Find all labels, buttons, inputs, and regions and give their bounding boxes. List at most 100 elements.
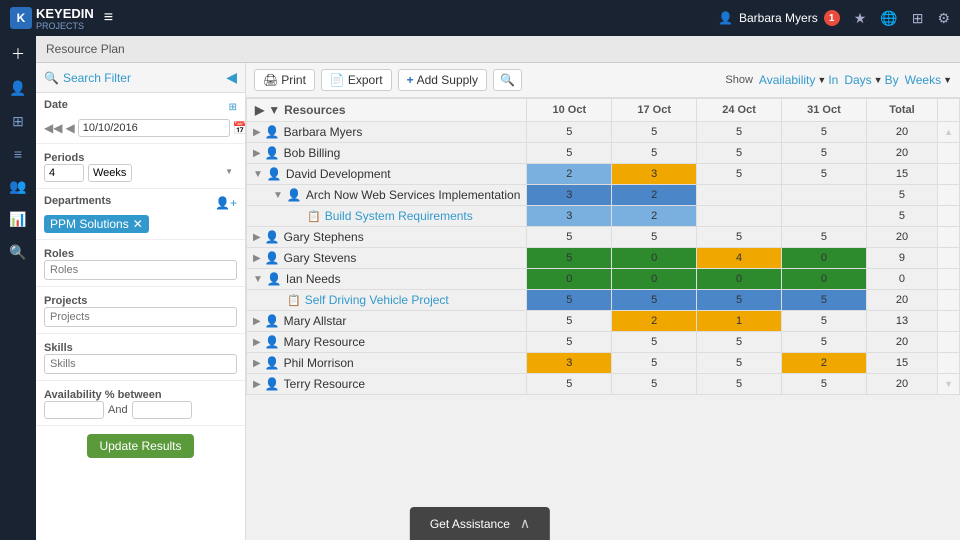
- star-icon[interactable]: ★: [854, 10, 867, 27]
- table-row[interactable]: ▶👤Phil Morrison355215: [247, 353, 960, 374]
- roles-input[interactable]: [44, 260, 237, 280]
- plus-icon[interactable]: ＋: [11, 44, 25, 64]
- table-row[interactable]: ▶👤Mary Allstar521513: [247, 311, 960, 332]
- table-row[interactable]: ▶👤Gary Stephens555520: [247, 227, 960, 248]
- hamburger-menu-icon[interactable]: ≡: [104, 9, 113, 27]
- periods-unit-select[interactable]: Weeks: [88, 164, 132, 182]
- table-row[interactable]: 📋Self Driving Vehicle Project555520: [247, 290, 960, 311]
- row-expand-icon[interactable]: ▶: [253, 148, 261, 159]
- value-cell: 0: [782, 269, 867, 290]
- projects-input[interactable]: [44, 307, 237, 327]
- value-cell: 5: [697, 227, 782, 248]
- person-icon: 👤: [265, 146, 280, 160]
- logo-text: KEYEDIN: [36, 6, 94, 21]
- toolbar-search-button[interactable]: 🔍: [493, 69, 522, 91]
- table-row[interactable]: ▼👤Arch Now Web Services Implementation32…: [247, 185, 960, 206]
- resource-grid: ▶ ▼ Resources 10 Oct 17 Oct 24 Oct 31 Oc…: [246, 98, 960, 395]
- value-cell: [697, 206, 782, 227]
- row-expand-icon[interactable]: ▶: [253, 253, 261, 264]
- value-cell: 0: [527, 269, 612, 290]
- resource-name: Arch Now Web Services Implementation: [306, 188, 521, 202]
- resource-name: Ian Needs: [286, 272, 341, 286]
- value-cell: 2: [782, 353, 867, 374]
- weeks-dropdown[interactable]: Weeks ▼: [905, 73, 952, 87]
- department-tag-close[interactable]: ✕: [133, 217, 143, 231]
- col-expand-all-icon[interactable]: ▶: [255, 103, 264, 117]
- row-expand-icon[interactable]: ▼: [253, 169, 263, 180]
- table-row[interactable]: ▶👤Terry Resource555520▼: [247, 374, 960, 395]
- departments-header: Departments 👤+: [44, 195, 237, 211]
- row-expand-icon[interactable]: ▶: [253, 379, 261, 390]
- total-cell: 20: [866, 290, 937, 311]
- days-by-dropdown[interactable]: Days ▼ By: [844, 73, 898, 87]
- total-cell: 20: [866, 143, 937, 164]
- value-cell: 5: [782, 290, 867, 311]
- sliders-icon[interactable]: ≡: [14, 146, 22, 162]
- total-cell: 5: [866, 206, 937, 227]
- add-department-icon[interactable]: 👤+: [215, 196, 237, 210]
- row-expand-icon[interactable]: ▶: [253, 127, 261, 138]
- gear-icon[interactable]: ⚙: [937, 10, 950, 27]
- get-assistance-bar[interactable]: Get Assistance ∧: [410, 507, 550, 540]
- user-info[interactable]: 👤 Barbara Myers 1: [718, 10, 840, 26]
- logo[interactable]: K KEYEDIN PROJECTS: [10, 6, 94, 31]
- scroll-indicator-cell: [938, 353, 960, 374]
- search-nav-icon[interactable]: 🔍: [9, 244, 26, 261]
- chart-icon[interactable]: 📊: [9, 211, 26, 228]
- filter-collapse-icon[interactable]: ◀: [226, 69, 237, 86]
- value-cell: [782, 206, 867, 227]
- group-icon[interactable]: 👥: [9, 178, 26, 195]
- table-row[interactable]: ▼👤Ian Needs00000: [247, 269, 960, 290]
- row-expand-icon[interactable]: ▼: [253, 274, 263, 285]
- date-prev-icon[interactable]: ◀◀: [44, 121, 62, 135]
- scroll-indicator-cell: ▼: [938, 374, 960, 395]
- value-cell: 2: [612, 185, 697, 206]
- add-supply-button[interactable]: + Add Supply: [398, 69, 487, 91]
- grid-menu-icon[interactable]: ⊞: [912, 10, 924, 27]
- date-section: Date ⊞ ◀◀ ◀ 📅 ▶: [36, 93, 245, 144]
- scroll-indicator-cell: [938, 164, 960, 185]
- notification-badge[interactable]: 1: [824, 10, 840, 26]
- user-name: Barbara Myers: [739, 11, 818, 25]
- row-expand-icon[interactable]: ▼: [273, 190, 283, 201]
- export-button[interactable]: 📄 Export: [321, 69, 392, 91]
- person-nav-icon[interactable]: 👤: [9, 80, 26, 97]
- print-button[interactable]: 🖨 Print: [254, 69, 315, 91]
- globe-icon[interactable]: 🌐: [880, 10, 897, 27]
- grid-icon[interactable]: ⊞: [12, 113, 24, 130]
- availability-max-input[interactable]: [132, 401, 192, 419]
- grid-container[interactable]: ▶ ▼ Resources 10 Oct 17 Oct 24 Oct 31 Oc…: [246, 98, 960, 540]
- calendar-icon[interactable]: 📅: [233, 121, 246, 135]
- row-expand-icon[interactable]: ▶: [253, 232, 261, 243]
- person-icon: 👤: [265, 335, 280, 349]
- date-settings-icon[interactable]: ⊞: [229, 102, 237, 113]
- date-prev-small-icon[interactable]: ◀: [65, 121, 74, 135]
- row-expand-icon[interactable]: ▶: [253, 316, 261, 327]
- table-row[interactable]: ▶👤Gary Stevens50409: [247, 248, 960, 269]
- total-cell: 20: [866, 374, 937, 395]
- get-assistance-label: Get Assistance: [430, 517, 510, 531]
- value-cell: 5: [697, 374, 782, 395]
- skills-input[interactable]: [44, 354, 237, 374]
- table-row[interactable]: ▶👤Barbara Myers555520▲: [247, 122, 960, 143]
- departments-label: Departments: [44, 195, 111, 207]
- col-resources-label: Resources: [284, 103, 345, 117]
- update-results-button[interactable]: Update Results: [87, 434, 193, 458]
- table-row[interactable]: ▶👤Bob Billing555520: [247, 143, 960, 164]
- person-icon: 👤: [265, 230, 280, 244]
- row-expand-icon[interactable]: ▶: [253, 358, 261, 369]
- total-cell: 9: [866, 248, 937, 269]
- date-row: ◀◀ ◀ 📅 ▶: [44, 119, 237, 137]
- row-expand-icon[interactable]: ▶: [253, 337, 261, 348]
- table-row[interactable]: ▶👤Mary Resource555520: [247, 332, 960, 353]
- periods-number-input[interactable]: [44, 164, 84, 182]
- availability-min-input[interactable]: [44, 401, 104, 419]
- total-cell: 15: [866, 353, 937, 374]
- departments-section: Departments 👤+ PPM Solutions ✕: [36, 189, 245, 240]
- search-filter-box[interactable]: 🔍 Search Filter: [44, 71, 226, 85]
- table-row[interactable]: 📋Build System Requirements325: [247, 206, 960, 227]
- value-cell: 3: [527, 185, 612, 206]
- table-row[interactable]: ▼👤David Development235515: [247, 164, 960, 185]
- date-input[interactable]: [78, 119, 230, 137]
- availability-in-dropdown[interactable]: Availability ▼ In: [759, 73, 838, 87]
